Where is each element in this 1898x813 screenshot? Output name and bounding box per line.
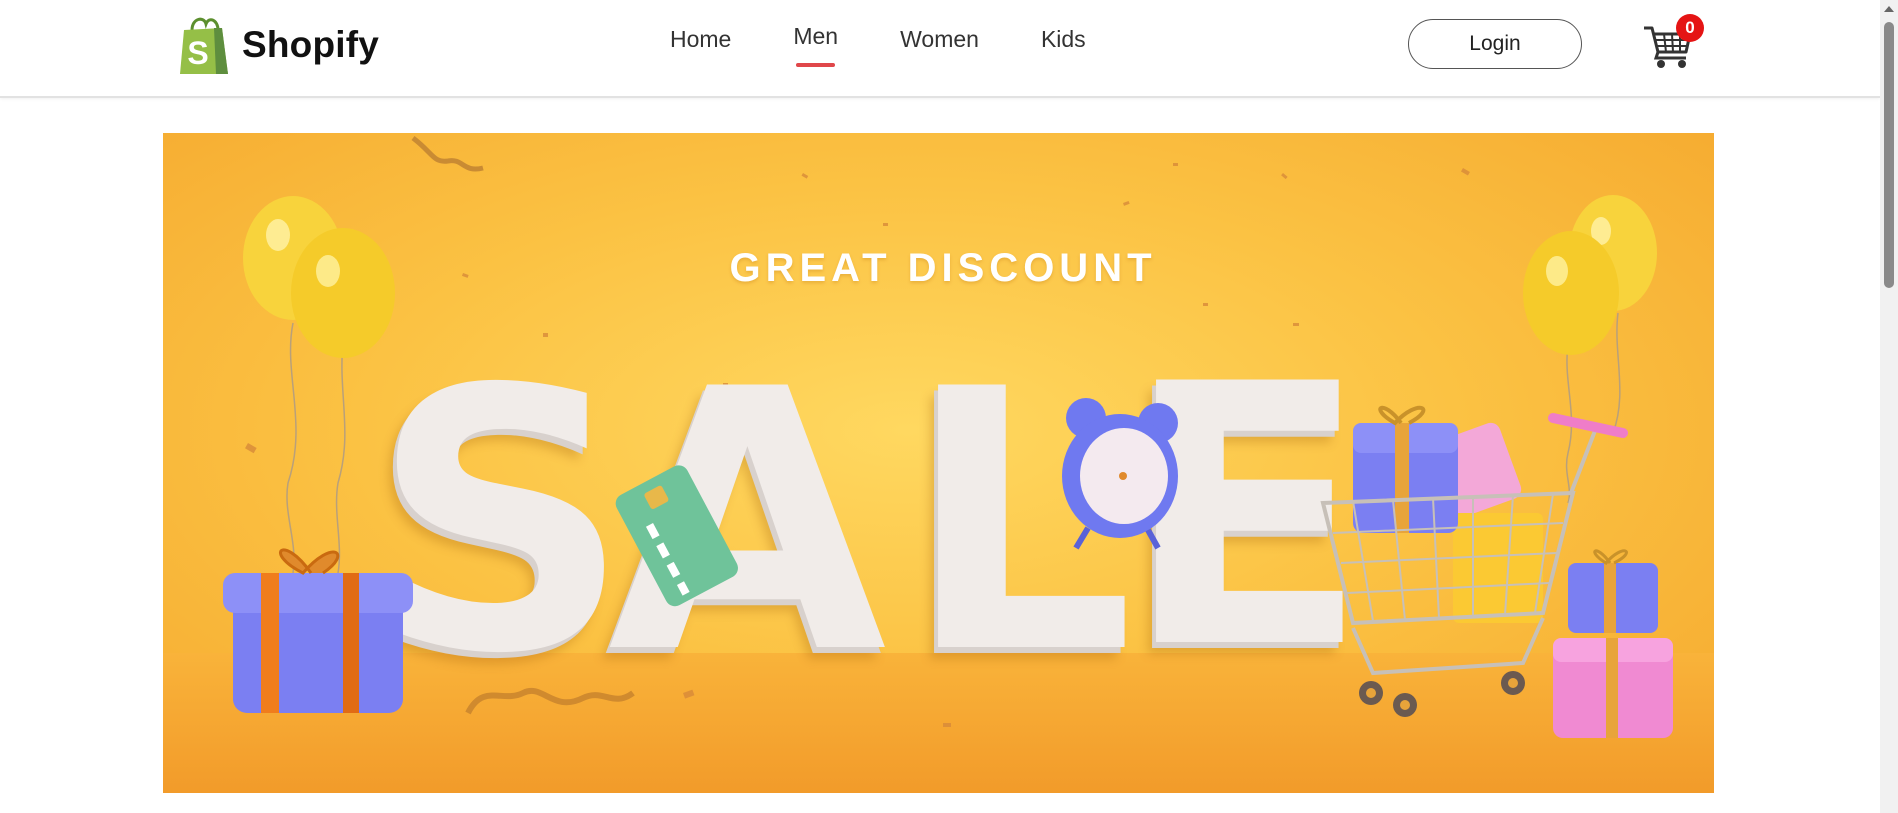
- cart-count-badge: 0: [1676, 14, 1704, 42]
- gift-box-icon: [223, 548, 413, 713]
- page-scrollbar[interactable]: [1880, 0, 1898, 813]
- sale-banner[interactable]: GREAT DISCOUNT S A L E: [163, 133, 1714, 793]
- nav-men[interactable]: Men: [793, 23, 838, 67]
- login-button[interactable]: Login: [1408, 19, 1582, 69]
- banner-heading-text: GREAT DISCOUNT: [729, 245, 1157, 290]
- svg-text:S: S: [187, 35, 208, 71]
- cart-button[interactable]: 0: [1642, 14, 1704, 70]
- main-nav: Home Men Women Kids: [670, 23, 1148, 67]
- nav-kids[interactable]: Kids: [1041, 26, 1086, 61]
- shopify-bag-icon: S: [180, 17, 228, 74]
- nav-home[interactable]: Home: [670, 26, 731, 61]
- balloon-icon: [243, 196, 395, 573]
- credit-card-icon: [615, 465, 738, 607]
- nav-women[interactable]: Women: [900, 26, 979, 61]
- scroll-up-arrow-icon[interactable]: [1884, 6, 1894, 12]
- gift-box-icon: [1553, 549, 1673, 738]
- scroll-thumb[interactable]: [1884, 22, 1894, 288]
- alarm-clock-icon: [1062, 398, 1178, 550]
- ribbon-decoration: [465, 688, 635, 715]
- site-header: S Shopify Home Men Women Kids Login 0: [0, 0, 1880, 98]
- banner-heading: GREAT DISCOUNT: [663, 243, 1223, 293]
- brand-name: Shopify: [242, 24, 380, 65]
- brand-logo[interactable]: S Shopify: [176, 14, 379, 76]
